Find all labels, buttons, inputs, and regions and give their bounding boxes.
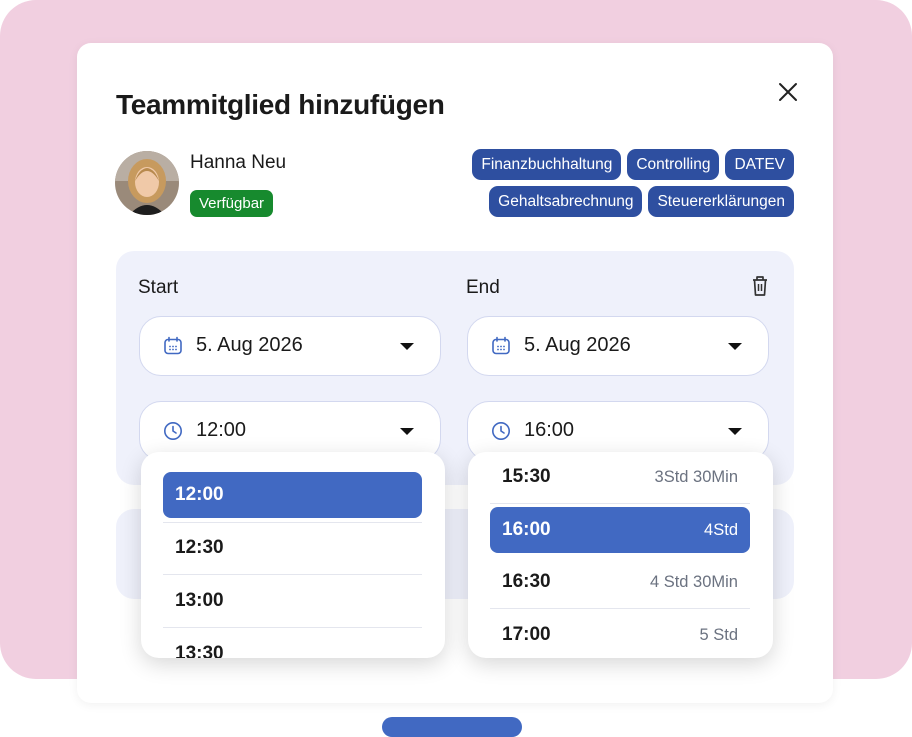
divider: [490, 608, 750, 609]
start-time-option[interactable]: 12:30: [163, 525, 422, 571]
end-label: End: [466, 277, 500, 298]
submit-button[interactable]: [382, 717, 522, 737]
end-date-select[interactable]: 5. Aug 2026: [467, 316, 769, 376]
caret-down-icon: [400, 343, 414, 350]
start-label: Start: [138, 277, 179, 298]
close-icon[interactable]: [775, 79, 801, 105]
calendar-icon: [492, 336, 510, 355]
caret-down-icon: [728, 428, 742, 435]
status-badge: Verfügbar: [190, 190, 274, 217]
start-date-value: 5. Aug 2026: [196, 334, 303, 356]
end-time-option[interactable]: 16:00 4Std: [490, 507, 750, 553]
end-time-dropdown: 15:30 3Std 30Min 16:00 4Std 16:30 4 Std …: [468, 452, 773, 658]
skill-tag: DATEV: [725, 149, 794, 180]
calendar-icon: [164, 336, 182, 355]
start-date-select[interactable]: 5. Aug 2026: [139, 316, 441, 376]
skill-tag: Steuererklärungen: [648, 186, 794, 217]
start-time-option[interactable]: 12:00: [163, 472, 422, 518]
skill-tag: Controlling: [627, 149, 720, 180]
start-time-dropdown: 12:00 12:30 13:00 13:30: [141, 452, 445, 658]
divider: [163, 574, 422, 575]
caret-down-icon: [400, 428, 414, 435]
end-time-option[interactable]: 15:30 3Std 30Min: [490, 454, 750, 500]
divider: [163, 522, 422, 523]
skill-tags: Finanzbuchhaltung Controlling DATEV Geha…: [414, 149, 794, 223]
end-date-value: 5. Aug 2026: [524, 334, 631, 356]
avatar: [115, 151, 179, 215]
start-time-value: 12:00: [196, 419, 247, 441]
divider: [163, 627, 422, 628]
member-name: Hanna Neu: [190, 152, 287, 173]
caret-down-icon: [728, 343, 742, 350]
clock-icon: [492, 422, 510, 440]
skill-tag: Gehaltsabrechnung: [489, 186, 643, 217]
divider: [490, 503, 750, 504]
trash-icon[interactable]: [750, 274, 770, 298]
end-time-option[interactable]: 17:00 5 Std: [490, 612, 750, 658]
clock-icon: [164, 422, 182, 440]
skill-tag: Finanzbuchhaltung: [472, 149, 622, 180]
dialog-title: Teammitglied hinzufügen: [116, 89, 445, 120]
start-time-option[interactable]: 13:30: [163, 631, 422, 658]
start-time-option[interactable]: 13:00: [163, 578, 422, 624]
end-time-value: 16:00: [524, 419, 575, 441]
end-time-option[interactable]: 16:30 4 Std 30Min: [490, 559, 750, 605]
